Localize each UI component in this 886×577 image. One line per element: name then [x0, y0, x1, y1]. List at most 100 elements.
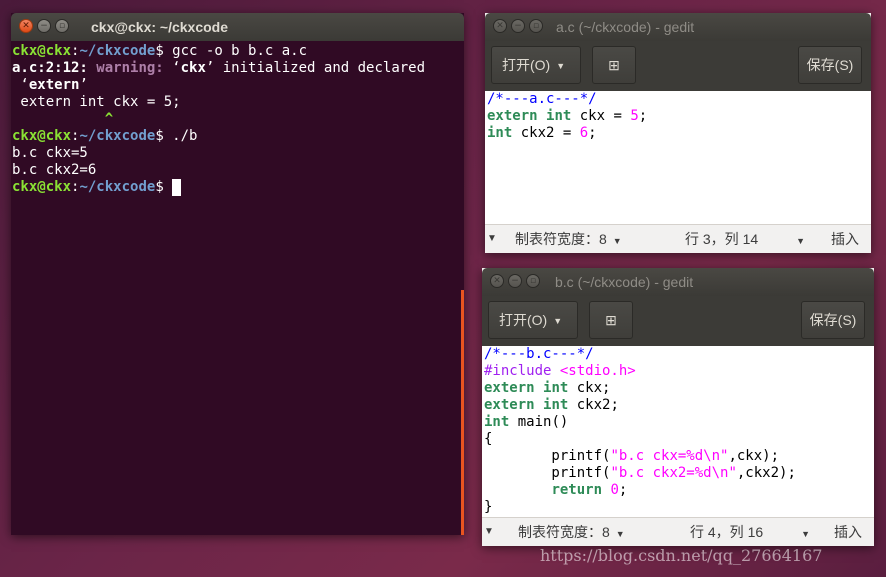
text-token: int [546, 108, 572, 124]
text-token: extern [484, 380, 535, 396]
tab-width-selector[interactable]: 制表符宽度：8 ▼ [518, 518, 625, 548]
gedit-a-titlebar[interactable]: ✕ − ▫ a.c (~/ckxcode) - gedit [485, 13, 871, 41]
text-token: ~/ckxcode [79, 179, 156, 195]
chevron-down-icon[interactable]: ▼ [487, 225, 497, 253]
close-icon[interactable]: ✕ [493, 19, 507, 33]
gedit-window-b[interactable]: ✕ − ▫ b.c (~/ckxcode) - gedit 打开(O) ▼ ⊞ 保… [482, 268, 874, 546]
text-token: ; [638, 108, 648, 124]
close-icon[interactable]: ✕ [19, 19, 33, 33]
text-token: printf( [484, 465, 611, 481]
gedit-window-a[interactable]: ✕ − ▫ a.c (~/ckxcode) - gedit 打开(O) ▼ ⊞ 保… [485, 13, 871, 253]
text-token: ’ [79, 77, 88, 93]
terminal-scrollbar[interactable] [461, 290, 464, 535]
text-token: warning: [96, 60, 173, 76]
chevron-down-icon: ▼ [556, 61, 566, 72]
chevron-down-icon: ▼ [796, 236, 806, 246]
watermark-text: https://blog.csdn.net/qq_27664167 [540, 546, 823, 565]
gedit-a-toolbar: 打开(O) ▼ ⊞ 保存(S) [485, 41, 871, 91]
text-token: /*---a.c---*/ [487, 91, 597, 107]
code-line: } [484, 499, 874, 516]
text-token: b.c ckx=5 [12, 145, 88, 161]
terminal-line: extern int ckx = 5; [12, 94, 464, 111]
text-token: ‘ [12, 77, 29, 93]
terminal-output[interactable]: ckx@ckx:~/ckxcode$ gcc -o b b.c a.c a.c:2… [11, 41, 464, 535]
code-line: /*---a.c---*/ [487, 91, 871, 108]
terminal-line: ckx@ckx:~/ckxcode$ gcc -o b b.c a.c [12, 43, 464, 60]
terminal-line: ^ [12, 111, 464, 128]
text-token: "b.c ckx=%d\n" [610, 448, 729, 464]
text-token: ‘ [172, 60, 181, 76]
save-button[interactable]: 保存(S) [801, 301, 865, 339]
text-token: ,ckx2); [736, 465, 796, 481]
text-token: $ ./b [155, 128, 198, 144]
text-token: int [484, 414, 510, 430]
new-tab-button[interactable]: ⊞ [592, 46, 636, 84]
insert-mode-label[interactable]: 插入 [831, 225, 859, 253]
text-token: extern [484, 397, 535, 413]
code-line: #include <stdio.h> [484, 363, 874, 380]
open-button[interactable]: 打开(O) ▼ [488, 301, 578, 339]
terminal-line: ‘extern’ [12, 77, 464, 94]
text-token: ckx@ckx [12, 43, 72, 59]
statusbar-a: ▼ 制表符宽度：8 ▼ 行 3，列 14 ▼ 插入 [485, 224, 871, 253]
text-token: int [487, 125, 513, 141]
chevron-down-icon: ▼ [553, 316, 563, 327]
close-icon[interactable]: ✕ [490, 274, 504, 288]
text-token: ckx@ckx [12, 128, 72, 144]
code-line: printf("b.c ckx=%d\n",ckx); [484, 448, 874, 465]
terminal-window[interactable]: ✕ − ▫ ckx@ckx: ~/ckxcode ckx@ckx:~/ckxco… [11, 13, 464, 535]
code-line: extern int ckx2; [484, 397, 874, 414]
terminal-titlebar[interactable]: ✕ − ▫ ckx@ckx: ~/ckxcode [11, 13, 464, 41]
code-line: { [484, 431, 874, 448]
text-token: ckx2 = [512, 125, 580, 141]
gedit-b-titlebar[interactable]: ✕ − ▫ b.c (~/ckxcode) - gedit [482, 268, 874, 296]
insert-mode-label[interactable]: 插入 [834, 518, 862, 546]
minimize-icon[interactable]: − [508, 274, 522, 288]
window-title: ckx@ckx: ~/ckxcode [91, 19, 229, 35]
text-token: int [543, 397, 569, 413]
text-token: main() [509, 414, 569, 430]
chevron-down-icon: ▼ [615, 529, 625, 539]
text-token: extern [28, 77, 80, 93]
maximize-icon[interactable]: ▫ [55, 19, 69, 33]
terminal-line: ckx@ckx:~/ckxcode$ [12, 179, 464, 196]
text-token: b.c ckx2=6 [12, 162, 97, 178]
code-line: extern int ckx = 5; [487, 108, 871, 125]
text-token: 6 [579, 125, 589, 141]
text-token: ckx@ckx [12, 179, 72, 195]
text-token: ,ckx); [728, 448, 780, 464]
text-editor-b[interactable]: /*---b.c---*/#include <stdio.h> extern in… [482, 346, 874, 518]
maximize-icon[interactable]: ▫ [529, 19, 543, 33]
cursor-position-selector[interactable]: 行 4，列 16 ▼ [690, 518, 810, 548]
minimize-icon[interactable]: − [37, 19, 51, 33]
save-button[interactable]: 保存(S) [798, 46, 862, 84]
new-document-icon: ⊞ [605, 312, 617, 328]
text-token: ckx = [571, 108, 631, 124]
maximize-icon[interactable]: ▫ [526, 274, 540, 288]
tab-width-selector[interactable]: 制表符宽度：8 ▼ [515, 225, 622, 255]
text-token: extern [487, 108, 538, 124]
chevron-down-icon[interactable]: ▼ [484, 518, 494, 546]
gedit-b-toolbar: 打开(O) ▼ ⊞ 保存(S) [482, 296, 874, 346]
minimize-icon[interactable]: − [511, 19, 525, 33]
chevron-down-icon: ▼ [801, 529, 811, 539]
text-editor-a[interactable]: /*---a.c---*/extern int ckx = 5; int ckx2… [485, 91, 871, 225]
text-token: { [484, 431, 493, 447]
terminal-line: b.c ckx=5 [12, 145, 464, 162]
statusbar-b: ▼ 制表符宽度：8 ▼ 行 4，列 16 ▼ 插入 [482, 517, 874, 546]
cursor-position-selector[interactable]: 行 3，列 14 ▼ [685, 225, 805, 255]
new-tab-button[interactable]: ⊞ [589, 301, 633, 339]
text-token: /*---b.c---*/ [484, 346, 594, 362]
code-line: int ckx2 = 6; [487, 125, 871, 142]
open-button[interactable]: 打开(O) ▼ [491, 46, 581, 84]
text-token: ~/ckxcode [79, 43, 156, 59]
terminal-line: a.c:2:12: warning: ‘ckx’ initialized and… [12, 60, 464, 77]
window-title: a.c (~/ckxcode) - gedit [556, 19, 695, 35]
text-token: ckx2; [568, 397, 619, 413]
code-line: printf("b.c ckx2=%d\n",ckx2); [484, 465, 874, 482]
text-token: ’ initialized and declared [205, 60, 426, 76]
text-cursor [172, 179, 182, 196]
